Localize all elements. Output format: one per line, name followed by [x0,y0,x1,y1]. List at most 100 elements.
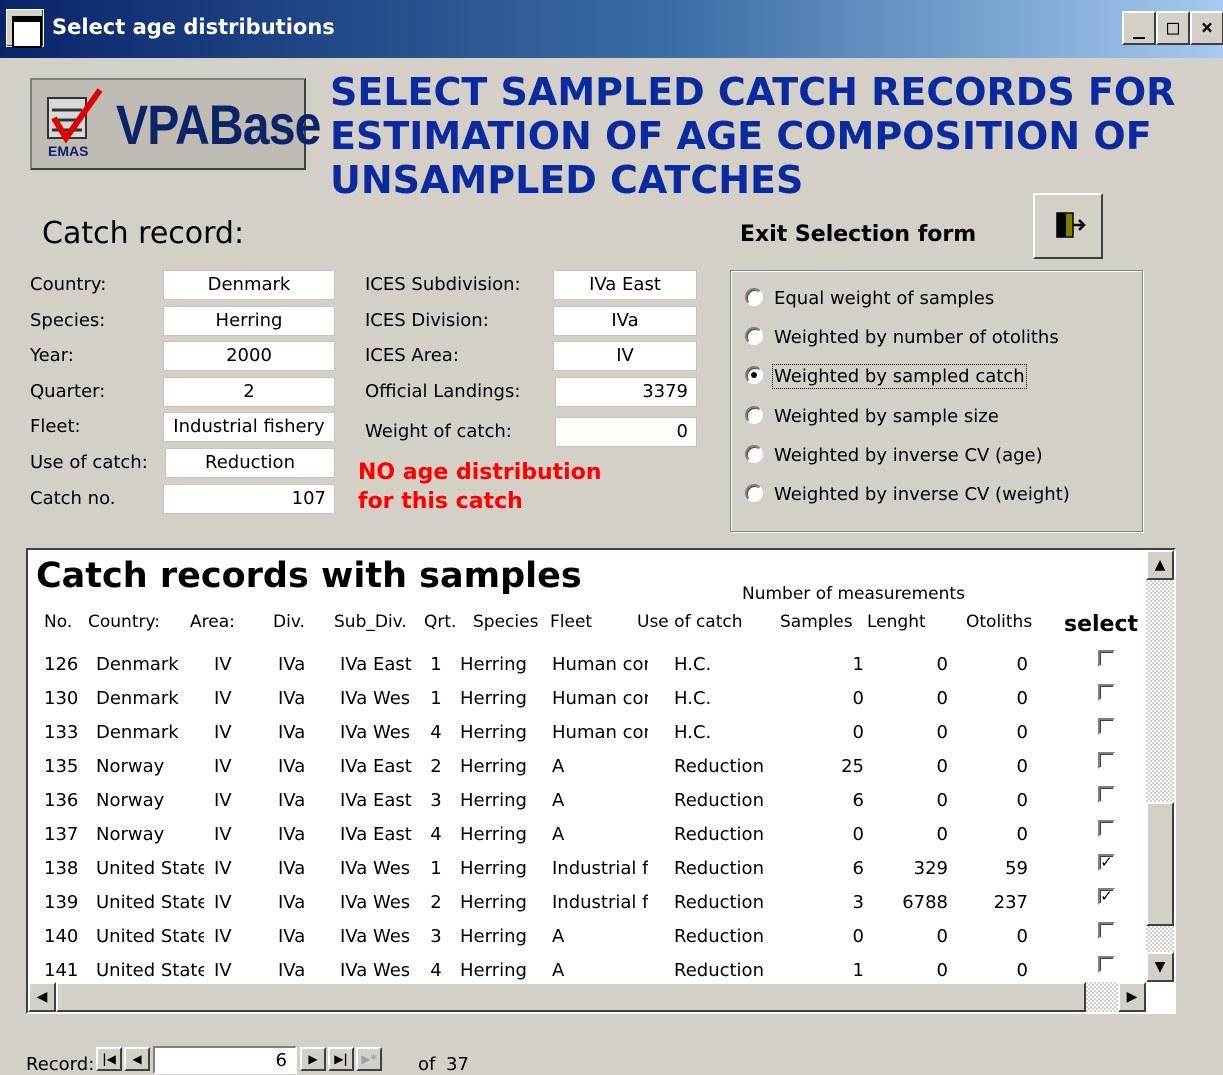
cell-subdiv: IVa East [340,756,412,777]
cell-qrt: 1 [430,654,442,675]
cell-no: 126 [44,654,79,675]
vertical-scrollbar[interactable]: ▲ ▼ [1146,550,1174,982]
cell-species: Herring [460,688,527,709]
weight-of-catch-label: Weight of catch: [365,421,512,442]
col-fleet: Fleet [550,612,593,632]
vertical-scroll-thumb[interactable] [1146,802,1174,926]
cell-area: IV [214,858,232,879]
select-checkbox[interactable] [1098,752,1115,769]
official-landings-label: Official Landings: [365,381,521,402]
weight-of-catch-field[interactable]: 0 [555,417,697,447]
option-inverse-cv-weight[interactable]: Weighted by inverse CV (weight) [745,484,1070,510]
cell-no: 136 [44,790,79,811]
scroll-right-button[interactable]: ▶ [1118,982,1146,1012]
country-field[interactable]: Denmark [163,270,335,300]
select-checkbox[interactable] [1098,650,1115,667]
radio-icon[interactable] [745,327,763,345]
year-label: Year: [30,345,74,366]
ices-division-field[interactable]: IVa [553,306,697,336]
cell-use: Reduction [674,926,764,947]
select-checkbox[interactable] [1098,718,1115,735]
use-of-catch-label: Use of catch: [30,452,148,473]
cell-otoliths: 0 [1016,688,1028,709]
cell-div: IVa [278,688,306,709]
logo-text: VPABase [116,93,321,156]
cell-use: H.C. [674,722,712,743]
horizontal-scrollbar[interactable]: ◀ ▶ [28,982,1146,1012]
col-species: Species [473,612,539,632]
next-record-button[interactable]: ▶ [300,1047,326,1071]
cell-qrt: 4 [430,824,442,845]
cell-div: IVa [278,858,306,879]
new-record-button[interactable]: ▶* [356,1047,382,1071]
record-number-input[interactable]: 6 [153,1046,297,1074]
ices-division-label: ICES Division: [365,310,489,331]
official-landings-field[interactable]: 3379 [555,377,697,407]
option-equal-weight[interactable]: Equal weight of samples [745,288,994,314]
cell-area: IV [214,960,232,981]
option-sampled-catch[interactable]: Weighted by sampled catch [745,364,1027,392]
select-checkbox-checked[interactable]: ✓ [1098,888,1115,905]
cell-use: Reduction [674,790,764,811]
select-checkbox-checked[interactable]: ✓ [1098,854,1115,871]
cell-qrt: 2 [430,756,442,777]
cell-fleet: Industrial fis [552,892,648,913]
cell-subdiv: IVa Wes [340,892,411,913]
cell-species: Herring [460,892,527,913]
select-checkbox[interactable] [1098,786,1115,803]
last-record-button[interactable]: ▶| [328,1047,354,1071]
cell-otoliths: 59 [1005,858,1028,879]
cell-subdiv: IVa Wes [340,960,411,981]
horizontal-scroll-thumb[interactable] [56,982,1086,1012]
previous-record-button[interactable]: ◀ [124,1047,150,1071]
cell-samples: 0 [852,926,864,947]
cell-species: Herring [460,756,527,777]
svg-text:EMAS: EMAS [48,143,88,159]
option-inverse-cv-age[interactable]: Weighted by inverse CV (age) [745,445,1043,471]
species-field[interactable]: Herring [163,306,335,336]
year-field[interactable]: 2000 [163,341,335,371]
radio-icon[interactable] [745,406,763,424]
emas-check-icon: EMAS [47,88,103,159]
radio-icon[interactable] [745,484,763,502]
scroll-left-button[interactable]: ◀ [28,982,56,1012]
cell-area: IV [214,790,232,811]
catch-no-field[interactable]: 107 [163,484,335,514]
ices-subdivision-field[interactable]: IVa East [553,270,697,300]
select-checkbox[interactable] [1098,820,1115,837]
cell-fleet: Human cons [552,654,648,675]
option-otoliths[interactable]: Weighted by number of otoliths [745,327,1059,353]
select-checkbox[interactable] [1098,684,1115,701]
cell-samples: 0 [852,722,864,743]
cell-country: Denmark [96,688,179,709]
fleet-field[interactable]: Industrial fishery [163,412,335,442]
close-button[interactable]: × [1190,11,1223,45]
select-checkbox[interactable] [1098,956,1115,973]
quarter-field[interactable]: 2 [163,377,335,407]
cell-country: Denmark [96,654,179,675]
minimize-button[interactable]: _ [1122,11,1156,45]
first-record-button[interactable]: |◀ [96,1047,122,1071]
maximize-button[interactable]: □ [1156,11,1190,45]
use-of-catch-field[interactable]: Reduction [165,448,335,478]
cell-fleet: A [552,756,565,777]
select-checkbox[interactable] [1098,922,1115,939]
cell-div: IVa [278,790,306,811]
exit-button[interactable] [1033,193,1103,259]
cell-country: United State [96,926,204,947]
cell-fleet: A [552,960,565,981]
radio-icon[interactable] [745,445,763,463]
cell-use: Reduction [674,960,764,981]
ices-area-field[interactable]: IV [553,341,697,371]
cell-div: IVa [278,654,306,675]
scroll-up-button[interactable]: ▲ [1146,550,1174,580]
title-bar: Select age distributions _ □ × [0,0,1223,58]
cell-otoliths: 0 [1016,926,1028,947]
cell-species: Herring [460,824,527,845]
col-otoliths: Otoliths [966,612,1033,632]
radio-icon[interactable] [745,288,763,306]
scroll-down-button[interactable]: ▼ [1146,952,1174,982]
cell-length: 0 [936,960,948,981]
radio-selected-icon[interactable] [745,366,763,384]
option-sample-size[interactable]: Weighted by sample size [745,406,999,432]
